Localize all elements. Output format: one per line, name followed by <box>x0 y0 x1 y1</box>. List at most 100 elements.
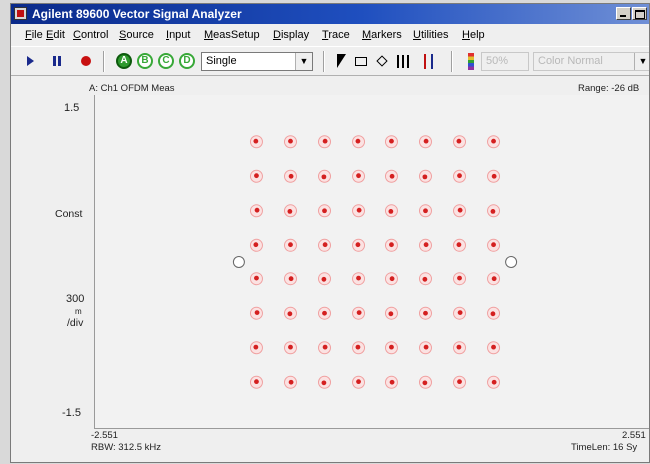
menu-utilities[interactable]: Utilities <box>413 29 448 41</box>
constellation-point <box>418 272 432 286</box>
constellation-point <box>352 135 366 149</box>
constellation-point <box>283 341 297 355</box>
constellation-point <box>249 204 263 218</box>
sweep-mode-select[interactable]: Single ▼ <box>201 52 313 71</box>
constellation-point <box>487 306 501 320</box>
constellation-point <box>249 306 263 320</box>
pointer-icon[interactable] <box>337 54 346 68</box>
menu-trace[interactable]: Trace <box>322 29 350 41</box>
app-window: Agilent 89600 Vector Signal Analyzer Fil… <box>10 3 650 463</box>
markers-icon[interactable] <box>422 54 436 69</box>
constellation-chart <box>232 135 518 389</box>
constellation-point <box>453 375 467 389</box>
constellation-point <box>249 169 263 183</box>
constellation-point <box>249 375 263 389</box>
window-title: Agilent 89600 Vector Signal Analyzer <box>32 7 242 21</box>
menu-source[interactable]: Source <box>119 29 154 41</box>
toolbar: A B C D Single ▼ 50% Color Normal ▼ <box>11 46 649 76</box>
trigger-a-button[interactable]: A <box>116 53 132 69</box>
constellation-point <box>318 204 332 218</box>
percent-select[interactable]: 50% <box>481 52 529 71</box>
x-axis-right-label: 2.551 <box>622 430 646 441</box>
bars-icon[interactable] <box>397 55 410 68</box>
constellation-point <box>453 204 467 218</box>
menu-meassetup[interactable]: MeasSetup <box>204 29 260 41</box>
constellation-point <box>283 272 297 286</box>
range-label: Range: -26 dB <box>578 83 640 94</box>
constellation-point <box>384 204 398 218</box>
constellation-point <box>318 306 332 320</box>
menu-display[interactable]: Display <box>273 29 309 41</box>
trigger-d-button[interactable]: D <box>179 53 195 69</box>
chevron-down-icon: ▼ <box>634 53 649 70</box>
constellation-point <box>487 238 501 252</box>
toolbar-separator <box>103 51 105 72</box>
constellation-point <box>283 306 297 320</box>
constellation-point <box>384 272 398 286</box>
menu-input[interactable]: Input <box>166 29 190 41</box>
constellation-point <box>249 238 263 252</box>
menu-control[interactable]: Control <box>73 29 108 41</box>
constellation-point <box>384 375 398 389</box>
y-axis-bottom-label: -1.5 <box>62 407 81 419</box>
constellation-point <box>318 341 332 355</box>
trace-title: A: Ch1 OFDM Meas <box>89 83 175 94</box>
pilot-point <box>232 256 245 268</box>
y-format-label: Const <box>55 208 83 220</box>
menu-markers[interactable]: Markers <box>362 29 402 41</box>
constellation-point <box>418 306 432 320</box>
play-icon[interactable] <box>27 56 34 66</box>
trigger-b-button[interactable]: B <box>137 53 153 69</box>
constellation-point <box>352 238 366 252</box>
menu-help[interactable]: Help <box>462 29 485 41</box>
constellation-point <box>487 135 501 149</box>
constellation-point <box>453 272 467 286</box>
sweep-mode-value: Single <box>206 55 237 67</box>
toolbar-separator <box>451 51 453 72</box>
title-bar: Agilent 89600 Vector Signal Analyzer <box>11 4 649 24</box>
constellation-point <box>384 238 398 252</box>
constellation-point <box>487 341 501 355</box>
constellation-point <box>453 135 467 149</box>
record-icon[interactable] <box>81 56 91 66</box>
pause-icon[interactable] <box>53 56 61 66</box>
constellation-plot[interactable] <box>94 95 649 429</box>
constellation-point <box>283 204 297 218</box>
constellation-point <box>318 169 332 183</box>
y-scale-per-div: /div <box>67 317 84 329</box>
constellation-point <box>487 272 501 286</box>
diamond-icon[interactable] <box>376 55 388 67</box>
app-icon[interactable] <box>14 7 27 20</box>
color-palette-icon[interactable] <box>468 53 474 70</box>
constellation-point <box>318 135 332 149</box>
constellation-point <box>352 341 366 355</box>
constellation-point <box>418 238 432 252</box>
timelen-label: TimeLen: 16 Sy <box>571 442 638 453</box>
constellation-point <box>352 204 366 218</box>
toolbar-separator <box>323 51 325 72</box>
rectangle-icon[interactable] <box>355 57 367 66</box>
color-mode-select[interactable]: Color Normal ▼ <box>533 52 649 71</box>
minimize-button[interactable] <box>616 7 631 20</box>
constellation-point <box>453 169 467 183</box>
percent-value: 50% <box>486 55 509 67</box>
constellation-point <box>318 272 332 286</box>
constellation-point <box>318 375 332 389</box>
constellation-point <box>283 375 297 389</box>
maximize-button[interactable] <box>632 7 647 20</box>
y-axis-top-label: 1.5 <box>64 102 80 114</box>
constellation-point <box>384 135 398 149</box>
constellation-point <box>453 238 467 252</box>
trigger-c-button[interactable]: C <box>158 53 174 69</box>
rbw-label: RBW: 312.5 kHz <box>91 442 162 453</box>
constellation-point <box>249 135 263 149</box>
window-controls <box>616 7 647 20</box>
y-scale-value: 300 <box>66 293 85 305</box>
constellation-point <box>352 272 366 286</box>
constellation-point <box>283 238 297 252</box>
menu-edit[interactable]: Edit <box>46 29 65 41</box>
constellation-point <box>352 375 366 389</box>
constellation-point <box>384 169 398 183</box>
menu-file[interactable]: File <box>25 29 43 41</box>
constellation-point <box>283 169 297 183</box>
